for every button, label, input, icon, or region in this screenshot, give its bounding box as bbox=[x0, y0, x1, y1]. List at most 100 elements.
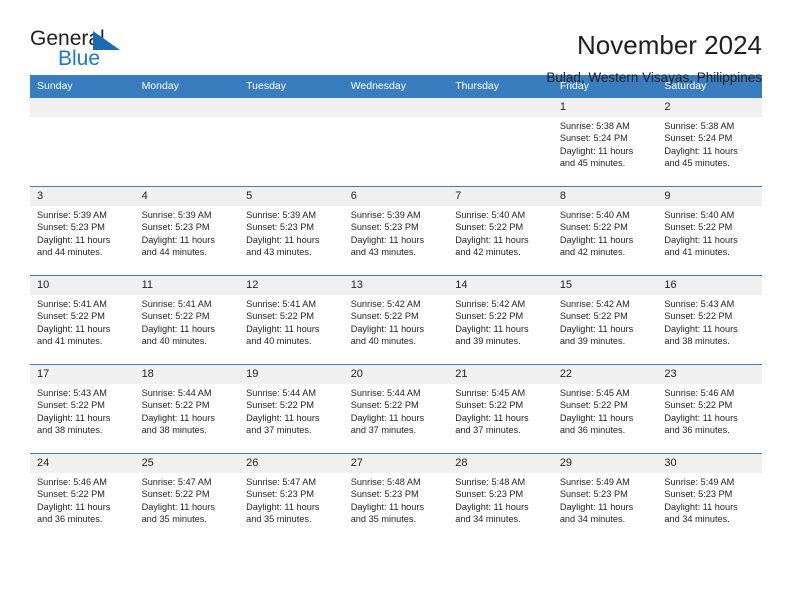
day-sun-details: Sunrise: 5:39 AM Sunset: 5:23 PM Daylight:… bbox=[239, 206, 344, 258]
calendar-week-row: 3 Sunrise: 5:39 AM Sunset: 5:23 PM Daylight… bbox=[30, 186, 762, 276]
calendar-day-cell[interactable]: 9 Sunrise: 5:40 AM Sunset: 5:22 PM Daylight… bbox=[657, 186, 762, 276]
daylight-text-line1: Daylight: 11 hours bbox=[350, 323, 425, 334]
day-number: 15 bbox=[552, 276, 658, 295]
logo-general-blue[interactable]: General Blue bbox=[30, 28, 150, 76]
sunrise-text: Sunrise: 5:45 AM bbox=[559, 388, 630, 398]
day-number bbox=[134, 98, 240, 117]
calendar-day-cell[interactable]: 4 Sunrise: 5:39 AM Sunset: 5:23 PM Daylight… bbox=[134, 186, 240, 276]
calendar-day-cell[interactable]: 26 Sunrise: 5:47 AM Sunset: 5:23 PM Dayligh… bbox=[239, 453, 344, 543]
day-number: 8 bbox=[552, 187, 658, 206]
day-number: 24 bbox=[30, 454, 135, 473]
sunrise-text: Sunrise: 5:46 AM bbox=[664, 388, 735, 398]
calendar-day-cell[interactable]: 15 Sunrise: 5:42 AM Sunset: 5:22 PM Dayligh… bbox=[552, 275, 658, 365]
calendar-body: 1 Sunrise: 5:38 AM Sunset: 5:24 PM Daylight… bbox=[30, 97, 762, 543]
calendar-day-cell[interactable]: 7 Sunrise: 5:40 AM Sunset: 5:22 PM Daylight… bbox=[448, 186, 553, 276]
calendar-day-cell[interactable]: 10 Sunrise: 5:41 AM Sunset: 5:22 PM Dayligh… bbox=[30, 275, 135, 365]
sunrise-text: Sunrise: 5:43 AM bbox=[37, 388, 107, 398]
weekday-header-monday: Monday bbox=[134, 75, 240, 98]
day-number: 9 bbox=[657, 187, 762, 206]
day-sun-details: Sunrise: 5:41 AM Sunset: 5:22 PM Daylight:… bbox=[30, 295, 135, 347]
daylight-text-line2: and 39 minutes. bbox=[455, 335, 521, 346]
daylight-text-line2: and 38 minutes. bbox=[37, 424, 103, 435]
day-number: 13 bbox=[343, 276, 449, 295]
sunset-text: Sunset: 5:24 PM bbox=[664, 133, 733, 144]
daylight-text-line1: Daylight: 11 hours bbox=[350, 234, 425, 245]
calendar-day-cell[interactable]: 2 Sunrise: 5:38 AM Sunset: 5:24 PM Daylight… bbox=[657, 97, 762, 187]
daylight-text-line1: Daylight: 11 hours bbox=[350, 501, 425, 512]
daylight-text-line2: and 38 minutes. bbox=[664, 335, 730, 346]
daylight-text-line2: and 41 minutes. bbox=[37, 335, 103, 346]
day-number: 28 bbox=[448, 454, 553, 473]
sunrise-text: Sunrise: 5:44 AM bbox=[141, 388, 212, 398]
daylight-text-line1: Daylight: 11 hours bbox=[455, 501, 529, 512]
calendar-week-row: 1 Sunrise: 5:38 AM Sunset: 5:24 PM Daylight… bbox=[30, 97, 762, 187]
calendar-day-cell[interactable]: 3 Sunrise: 5:39 AM Sunset: 5:23 PM Daylight… bbox=[30, 186, 135, 276]
calendar-day-cell[interactable]: 25 Sunrise: 5:47 AM Sunset: 5:22 PM Dayligh… bbox=[134, 453, 240, 543]
calendar-day-cell[interactable]: 21 Sunrise: 5:45 AM Sunset: 5:22 PM Dayligh… bbox=[448, 364, 553, 454]
calendar-day-cell[interactable]: 11 Sunrise: 5:41 AM Sunset: 5:22 PM Dayligh… bbox=[134, 275, 240, 365]
daylight-text-line1: Daylight: 11 hours bbox=[559, 323, 634, 334]
calendar-day-cell[interactable]: 22 Sunrise: 5:45 AM Sunset: 5:22 PM Dayligh… bbox=[552, 364, 658, 454]
daylight-text-line1: Daylight: 11 hours bbox=[37, 234, 111, 245]
sunrise-text: Sunrise: 5:45 AM bbox=[455, 388, 526, 398]
sunrise-text: Sunrise: 5:40 AM bbox=[455, 210, 526, 220]
daylight-text-line2: and 34 minutes. bbox=[664, 513, 730, 524]
daylight-text-line1: Daylight: 11 hours bbox=[141, 234, 215, 245]
calendar-day-cell[interactable]: 30 Sunrise: 5:49 AM Sunset: 5:23 PM Dayligh… bbox=[657, 453, 762, 543]
daylight-text-line2: and 45 minutes. bbox=[559, 157, 626, 168]
weekday-header-tuesday: Tuesday bbox=[239, 75, 344, 98]
daylight-text-line1: Daylight: 11 hours bbox=[559, 412, 634, 423]
calendar-day-cell[interactable]: 18 Sunrise: 5:44 AM Sunset: 5:22 PM Dayligh… bbox=[134, 364, 240, 454]
sunset-text: Sunset: 5:22 PM bbox=[664, 311, 733, 322]
daylight-text-line2: and 41 minutes. bbox=[664, 246, 730, 257]
calendar-day-cell[interactable]: 27 Sunrise: 5:48 AM Sunset: 5:23 PM Dayligh… bbox=[343, 453, 449, 543]
daylight-text-line1: Daylight: 11 hours bbox=[664, 234, 738, 245]
day-sun-details: Sunrise: 5:39 AM Sunset: 5:23 PM Daylight:… bbox=[30, 206, 135, 258]
calendar-day-cell-empty bbox=[343, 97, 449, 187]
day-sun-details: Sunrise: 5:45 AM Sunset: 5:22 PM Daylight:… bbox=[553, 384, 658, 436]
weekday-header-sunday: Sunday bbox=[30, 75, 135, 98]
calendar-day-cell[interactable]: 8 Sunrise: 5:40 AM Sunset: 5:22 PM Daylight… bbox=[552, 186, 658, 276]
day-sun-details: Sunrise: 5:48 AM Sunset: 5:23 PM Daylight:… bbox=[448, 473, 553, 525]
calendar-day-cell[interactable]: 14 Sunrise: 5:42 AM Sunset: 5:22 PM Dayligh… bbox=[448, 275, 553, 365]
page-title: November 2024 bbox=[577, 30, 762, 60]
daylight-text-line2: and 37 minutes. bbox=[350, 424, 417, 435]
day-sun-details: Sunrise: 5:42 AM Sunset: 5:22 PM Daylight:… bbox=[344, 295, 449, 347]
calendar-day-cell[interactable]: 12 Sunrise: 5:41 AM Sunset: 5:22 PM Dayligh… bbox=[239, 275, 344, 365]
daylight-text-line1: Daylight: 11 hours bbox=[246, 323, 320, 334]
sunrise-text: Sunrise: 5:39 AM bbox=[37, 210, 107, 220]
calendar-day-cell[interactable]: 6 Sunrise: 5:39 AM Sunset: 5:23 PM Daylight… bbox=[343, 186, 449, 276]
calendar-day-cell[interactable]: 19 Sunrise: 5:44 AM Sunset: 5:22 PM Dayligh… bbox=[239, 364, 344, 454]
daylight-text-line2: and 35 minutes. bbox=[350, 513, 417, 524]
calendar-week-row: 17 Sunrise: 5:43 AM Sunset: 5:22 PM Dayligh… bbox=[30, 364, 762, 454]
day-number: 2 bbox=[657, 98, 762, 117]
calendar-day-cell[interactable]: 17 Sunrise: 5:43 AM Sunset: 5:22 PM Dayligh… bbox=[30, 364, 135, 454]
logo-triangle-icon bbox=[93, 31, 120, 50]
day-sun-details: Sunrise: 5:44 AM Sunset: 5:22 PM Daylight:… bbox=[135, 384, 240, 436]
sunset-text: Sunset: 5:23 PM bbox=[350, 222, 419, 233]
daylight-text-line1: Daylight: 11 hours bbox=[141, 323, 215, 334]
calendar-day-cell[interactable]: 16 Sunrise: 5:43 AM Sunset: 5:22 PM Dayligh… bbox=[657, 275, 762, 365]
day-sun-details: Sunrise: 5:44 AM Sunset: 5:22 PM Daylight:… bbox=[344, 384, 449, 436]
calendar-day-cell[interactable]: 28 Sunrise: 5:48 AM Sunset: 5:23 PM Dayligh… bbox=[448, 453, 553, 543]
day-number: 5 bbox=[239, 187, 344, 206]
sunset-text: Sunset: 5:23 PM bbox=[664, 489, 733, 500]
calendar-day-cell[interactable]: 1 Sunrise: 5:38 AM Sunset: 5:24 PM Daylight… bbox=[552, 97, 658, 187]
page-header: General Blue November 2024 Bulad, Wester… bbox=[30, 0, 762, 86]
calendar-day-cell[interactable]: 23 Sunrise: 5:46 AM Sunset: 5:22 PM Dayligh… bbox=[657, 364, 762, 454]
day-number: 17 bbox=[30, 365, 135, 384]
sunrise-text: Sunrise: 5:40 AM bbox=[559, 210, 630, 220]
daylight-text-line2: and 42 minutes. bbox=[559, 246, 626, 257]
calendar-day-cell[interactable]: 13 Sunrise: 5:42 AM Sunset: 5:22 PM Dayligh… bbox=[343, 275, 449, 365]
sunset-text: Sunset: 5:22 PM bbox=[455, 311, 524, 322]
day-sun-details: Sunrise: 5:43 AM Sunset: 5:22 PM Daylight:… bbox=[30, 384, 135, 436]
day-number: 1 bbox=[552, 98, 658, 117]
calendar-day-cell[interactable]: 20 Sunrise: 5:44 AM Sunset: 5:22 PM Dayligh… bbox=[343, 364, 449, 454]
sunrise-text: Sunrise: 5:47 AM bbox=[246, 477, 317, 487]
calendar-day-cell[interactable]: 5 Sunrise: 5:39 AM Sunset: 5:23 PM Daylight… bbox=[239, 186, 344, 276]
sunset-text: Sunset: 5:23 PM bbox=[37, 222, 105, 233]
sunset-text: Sunset: 5:22 PM bbox=[664, 400, 733, 411]
calendar-day-cell[interactable]: 29 Sunrise: 5:49 AM Sunset: 5:23 PM Dayligh… bbox=[552, 453, 658, 543]
calendar-day-cell[interactable]: 24 Sunrise: 5:46 AM Sunset: 5:22 PM Dayligh… bbox=[30, 453, 135, 543]
sunset-text: Sunset: 5:22 PM bbox=[559, 400, 628, 411]
